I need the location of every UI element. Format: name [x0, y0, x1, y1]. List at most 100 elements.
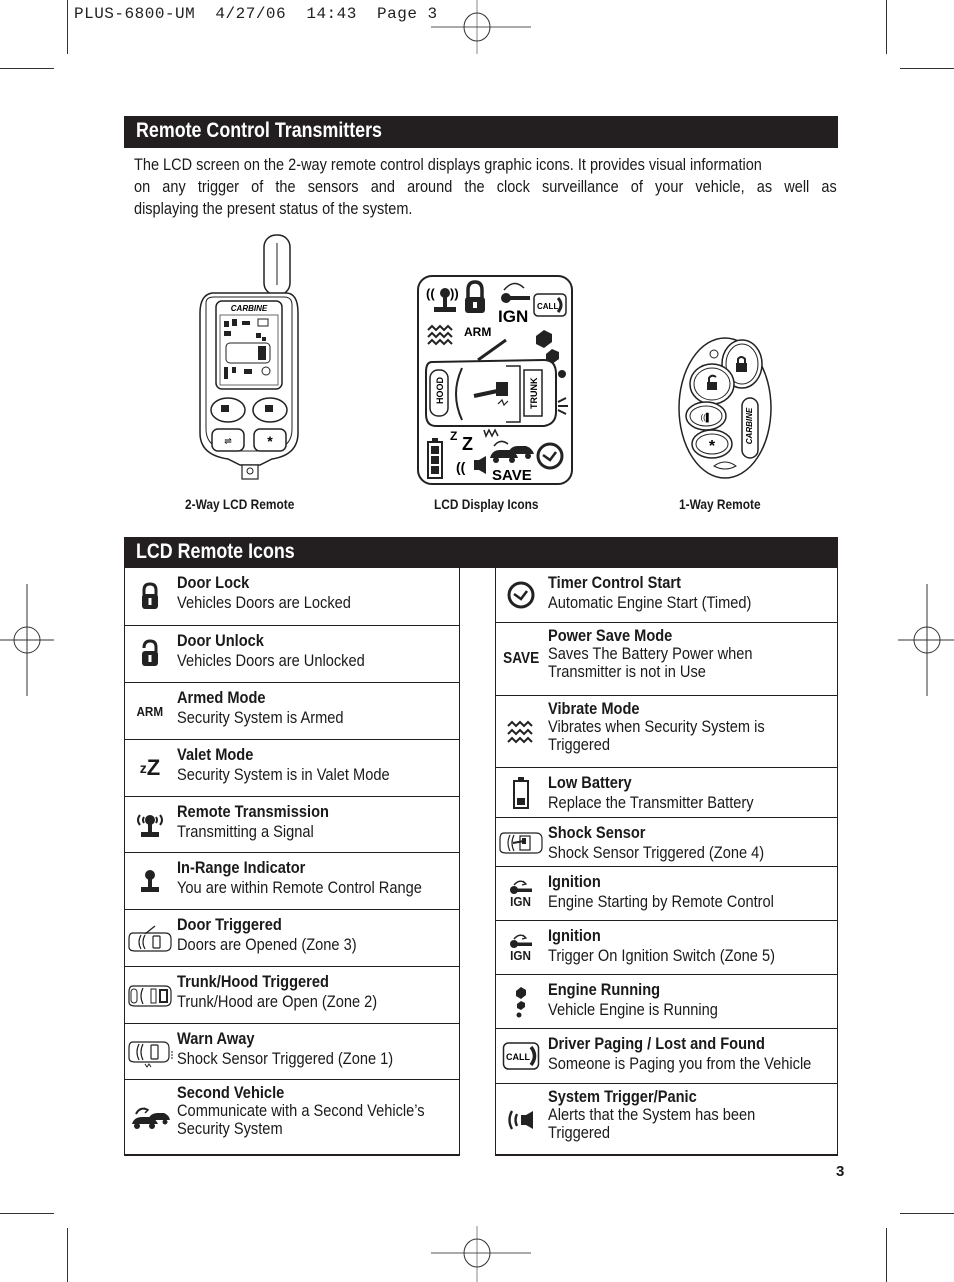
engine-running-icon: [496, 975, 546, 1028]
icon-row-text: Remote Transmission Transmitting a Signal: [177, 802, 457, 842]
icon-row: Warn Away Shock Sensor Triggered (Zone 1): [125, 1024, 459, 1080]
icon-row: Remote Transmission Transmitting a Signal: [125, 797, 459, 853]
arm-text-icon: ARM: [136, 703, 164, 719]
car-door-open-icon: [125, 910, 175, 966]
lock-open-icon: [125, 626, 175, 682]
caption-lcd-display-icons: LCD Display Icons: [434, 496, 539, 512]
section-header-remote-control-transmitters: Remote Control Transmitters: [124, 116, 838, 148]
brand-logo: CARBINE: [745, 407, 754, 444]
section-title: Remote Control Transmitters: [136, 119, 382, 142]
icon-row-description: Vehicles Doors are Locked: [177, 593, 351, 612]
save-text-icon: SAVE: [502, 650, 540, 667]
low-battery-icon: [496, 768, 546, 817]
icon-row-description: Shock Sensor Triggered (Zone 1): [177, 1049, 394, 1068]
icon-row: ARM Armed Mode Security System is Armed: [125, 683, 459, 740]
transmission-antenna-icon: [125, 797, 175, 852]
lcd-car-outline-icon: HOOD TRUNK: [425, 358, 568, 438]
lcd-valet-z-big: Z: [462, 434, 473, 454]
icon-row-title: Trunk/Hood Triggered: [177, 972, 329, 991]
icon-row-description: Saves The Battery Power when: [548, 644, 753, 663]
car-shock-sensor-icon: [496, 818, 546, 866]
icon-row-title: Low Battery: [548, 773, 632, 792]
icon-row-text: System Trigger/Panic Alerts that the Syst…: [548, 1087, 835, 1142]
crop-mark: [900, 68, 954, 69]
lock-closed-icon: [125, 568, 175, 625]
icon-row-title: Remote Transmission: [177, 802, 329, 821]
icon-row-title: Door Lock: [177, 573, 250, 592]
icon-row-title: System Trigger/Panic: [548, 1087, 697, 1106]
icon-row-text: Door Lock Vehicles Doors are Locked: [177, 573, 457, 613]
icon-row-title: In-Range Indicator: [177, 858, 306, 877]
page-number: 3: [836, 1163, 845, 1180]
icon-row-title: Warn Away: [177, 1029, 255, 1048]
lcd-call-icon: CALL: [533, 293, 567, 317]
crop-mark: [900, 1213, 954, 1214]
caption-one-way-remote: 1-Way Remote: [679, 496, 761, 512]
icon-row-description: Engine Starting by Remote Control: [548, 892, 774, 911]
icon-row-text: Driver Paging / Lost and Found Someone is…: [548, 1034, 835, 1074]
ignition-key-icon: IGN: [496, 867, 546, 920]
icon-row-description: Vehicle Engine is Running: [548, 1000, 718, 1019]
icon-row-description: Security System is in Valet Mode: [177, 765, 390, 784]
lcd-icons-table: Door Lock Vehicles Doors are Locked Door U…: [124, 568, 838, 1156]
icon-row-title: Ignition: [548, 872, 601, 891]
svg-text:((: ((: [426, 286, 435, 301]
icon-row-description: Transmitting a Signal: [177, 822, 314, 841]
clock-icon: [496, 568, 546, 622]
registration-mark-left: [0, 584, 54, 696]
icon-row-description: Security System is Armed: [177, 708, 344, 727]
icon-row-title: Door Unlock: [177, 631, 264, 650]
car-trunk-hood-icon: [125, 967, 175, 1023]
icon-row-title: Power Save Mode: [548, 626, 673, 645]
icon-row-title: Engine Running: [548, 980, 661, 999]
icon-row-text: Engine Running Vehicle Engine is Running: [548, 980, 835, 1020]
icon-row-text: Warn Away Shock Sensor Triggered (Zone 1): [177, 1029, 457, 1069]
icon-row-text: Valet Mode Security System is in Valet Mo…: [177, 745, 457, 785]
icon-row-title: Second Vehicle: [177, 1083, 285, 1102]
in-range-antenna-icon: [125, 853, 175, 909]
section-header-lcd-remote-icons: LCD Remote Icons: [124, 537, 838, 568]
icon-row-description: Alerts that the System has been: [548, 1105, 756, 1124]
icon-row-description: Trunk/Hood are Open (Zone 2): [177, 992, 378, 1011]
icon-row: IGN Ignition Engine Starting by Remote Con…: [496, 867, 837, 921]
icon-row-description: Transmitter is not in Use: [548, 662, 706, 681]
icon-row-description: Doors are Opened (Zone 3): [177, 935, 357, 954]
print-slug: PLUS-6800-UM 4/27/06 14:43 Page 3: [74, 5, 438, 23]
lcd-valet-z-small: Z: [450, 429, 457, 443]
icon-row: Trunk/Hood Triggered Trunk/Hood are Open …: [125, 967, 459, 1024]
icon-row-text: Door Unlock Vehicles Doors are Unlocked: [177, 631, 457, 671]
two-way-lcd-remote-illustration: CARBINE ⇌ *: [199, 234, 299, 480]
crop-mark: [0, 1213, 54, 1214]
crop-mark: [886, 0, 887, 54]
icon-row-title: Shock Sensor: [548, 823, 646, 842]
svg-text:((▌: ((▌: [701, 412, 712, 423]
icon-row: In-Range Indicator You are within Remote …: [125, 853, 459, 910]
svg-text:CALL: CALL: [537, 302, 558, 311]
lcd-save-label: SAVE: [492, 467, 532, 484]
second-vehicle-icon: [125, 1080, 175, 1156]
icon-row-description: Replace the Transmitter Battery: [548, 793, 754, 812]
icon-row: Door Unlock Vehicles Doors are Unlocked: [125, 626, 459, 683]
crop-mark: [0, 68, 54, 69]
icon-row: IGN Ignition Trigger On Ignition Switch (Z…: [496, 921, 837, 975]
ignition-key-icon: IGN: [496, 921, 546, 974]
svg-text:((: ((: [456, 459, 466, 475]
icon-row-description: Vehicles Doors are Unlocked: [177, 651, 365, 670]
icon-row-text: Trunk/Hood Triggered Trunk/Hood are Open …: [177, 972, 457, 1012]
icon-row-text: Ignition Engine Starting by Remote Contro…: [548, 872, 835, 912]
icon-row: SAVE Power Save Mode Saves The Battery Pow…: [496, 623, 837, 696]
icon-row-description: Automatic Engine Start (Timed): [548, 593, 752, 612]
icon-row: System Trigger/Panic Alerts that the Syst…: [496, 1084, 837, 1156]
icon-row-description: Triggered: [548, 735, 611, 754]
svg-text:)): )): [450, 286, 459, 301]
lcd-arm-label: ARM: [464, 325, 491, 339]
icon-row-title: Armed Mode: [177, 688, 266, 707]
intro-line: displaying the present status of the sys…: [134, 200, 413, 218]
icons-column-right: Timer Control Start Automatic Engine Star…: [495, 568, 838, 1156]
section-title: LCD Remote Icons: [136, 540, 295, 563]
caption-two-way-remote: 2-Way LCD Remote: [185, 496, 295, 512]
icon-row-text: Power Save Mode Saves The Battery Power w…: [548, 626, 835, 681]
icon-row-text: Door Triggered Doors are Opened (Zone 3): [177, 915, 457, 955]
call-pager-icon: CALL: [496, 1029, 546, 1083]
icon-row-title: Driver Paging / Lost and Found: [548, 1034, 765, 1053]
